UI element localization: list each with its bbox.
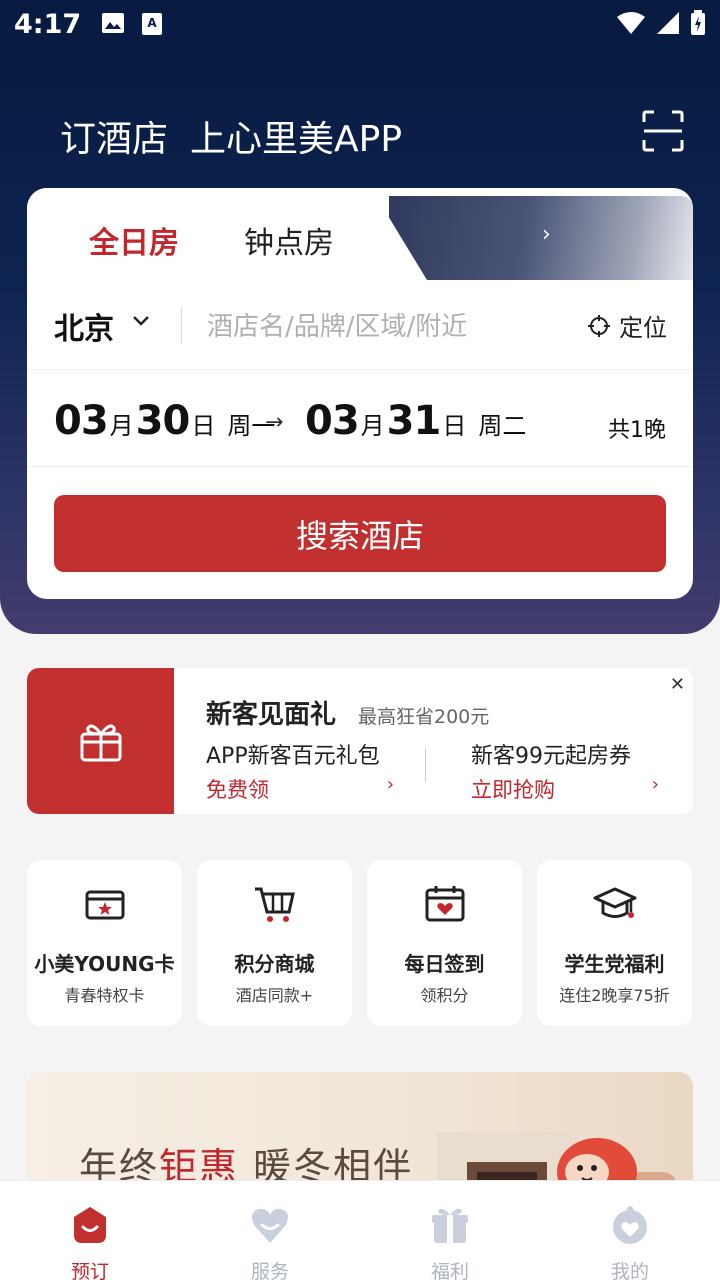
checkout-month-unit: 月 bbox=[360, 412, 385, 440]
quick-link-title: 积分商城 bbox=[234, 952, 315, 976]
date-row[interactable]: 03 月 30 日 周一 → 03 月 31 日 周二 共1晚 bbox=[27, 370, 693, 467]
quick-link-subtitle: 青春特权卡 bbox=[64, 986, 145, 1005]
promo-subtitle: 最高狂省200元 bbox=[358, 706, 490, 728]
gift-box-icon bbox=[80, 724, 121, 762]
city-selector[interactable]: 北京 bbox=[54, 304, 114, 348]
new-customer-promo[interactable]: 新客见面礼 最高狂省200元 ✕ APP新客百元礼包 免费领 › 新客99元起房… bbox=[27, 668, 693, 814]
status-time: 4:17 bbox=[14, 8, 82, 40]
checkin-month-unit: 月 bbox=[109, 412, 134, 440]
chevron-down-icon[interactable] bbox=[131, 314, 151, 328]
scan-icon[interactable] bbox=[642, 110, 684, 152]
gift-icon bbox=[432, 1208, 468, 1243]
chevron-right-icon: › bbox=[386, 774, 394, 795]
svg-text:A: A bbox=[148, 16, 158, 30]
search-hotel-button[interactable]: 搜索酒店 bbox=[54, 495, 666, 572]
tab-right-background bbox=[389, 196, 693, 280]
hotel-search-input[interactable]: 酒店名/品牌/区域/附近 bbox=[207, 306, 467, 343]
nav-item-benefits[interactable]: 福利 bbox=[360, 1181, 540, 1280]
calendar-icon bbox=[425, 886, 465, 922]
divider bbox=[425, 748, 426, 782]
crosshair-icon bbox=[588, 314, 610, 337]
profile-icon bbox=[613, 1206, 647, 1244]
search-row: 北京 酒店名/品牌/区域/附近 定位 bbox=[27, 280, 693, 370]
nav-label: 我的 bbox=[610, 1261, 649, 1280]
checkout-weekday: 周二 bbox=[478, 412, 527, 440]
tab-full-day[interactable]: 全日房 bbox=[89, 218, 179, 262]
wifi-icon bbox=[617, 12, 645, 34]
nav-item-booking[interactable]: 预订 bbox=[0, 1181, 180, 1280]
quick-link-title: 小美YOUNG卡 bbox=[34, 952, 175, 976]
checkout-day: 31 bbox=[386, 398, 442, 444]
service-icon bbox=[252, 1208, 288, 1243]
booking-tabs: 全日房 钟点房 › bbox=[27, 188, 693, 280]
locate-button[interactable]: 定位 bbox=[587, 308, 667, 343]
page-title-row: 订酒店 上心里美APP bbox=[60, 110, 402, 162]
status-bar: 4:17 A bbox=[0, 0, 720, 48]
quick-link-title: 学生党福利 bbox=[564, 952, 665, 976]
checkout-date[interactable]: 03 月 31 日 周二 bbox=[305, 398, 526, 444]
chevron-right-icon[interactable]: › bbox=[542, 222, 551, 247]
quick-link-daily-checkin[interactable]: 每日签到 领积分 bbox=[367, 860, 522, 1026]
offer-gift-pack[interactable]: APP新客百元礼包 免费领 › bbox=[206, 738, 406, 804]
chevron-right-icon: › bbox=[651, 774, 659, 795]
checkin-month: 03 bbox=[54, 398, 109, 444]
promo-gift-panel bbox=[27, 668, 174, 814]
young-card-icon bbox=[85, 890, 125, 920]
cart-icon bbox=[255, 887, 295, 922]
quick-link-subtitle: 连住2晚享75折 bbox=[559, 986, 670, 1005]
quick-link-subtitle: 酒店同款+ bbox=[235, 986, 314, 1005]
tab-hourly[interactable]: 钟点房 bbox=[244, 218, 334, 262]
checkin-day-unit: 日 bbox=[191, 412, 216, 440]
offer-name: APP新客百元礼包 bbox=[206, 744, 380, 769]
checkout-month: 03 bbox=[305, 398, 360, 444]
page-title: 订酒店 bbox=[60, 119, 169, 160]
signal-icon bbox=[657, 12, 679, 34]
offer-action: 免费领 bbox=[206, 778, 269, 802]
bottom-nav: 预订 服务 福利 我的 bbox=[0, 1180, 720, 1280]
quick-link-points-mall[interactable]: 积分商城 酒店同款+ bbox=[197, 860, 352, 1026]
app-notification-icon: A bbox=[142, 13, 163, 35]
quick-link-subtitle: 领积分 bbox=[420, 986, 469, 1005]
nav-label: 福利 bbox=[430, 1261, 469, 1280]
nav-item-profile[interactable]: 我的 bbox=[540, 1181, 720, 1280]
quick-link-student-deals[interactable]: 学生党福利 连住2晚享75折 bbox=[537, 860, 692, 1026]
offer-action: 立即抢购 bbox=[471, 778, 555, 802]
checkin-day: 30 bbox=[135, 398, 191, 444]
close-icon[interactable]: ✕ bbox=[670, 674, 685, 695]
arrow-right-icon: → bbox=[265, 410, 284, 435]
promo-title: 新客见面礼 bbox=[206, 700, 337, 730]
offer-room-coupon[interactable]: 新客99元起房券 立即抢购 › bbox=[471, 738, 671, 804]
gallery-notification-icon bbox=[102, 13, 125, 33]
tab-left-background bbox=[27, 188, 427, 280]
divider bbox=[181, 306, 182, 344]
quick-link-young-card[interactable]: 小美YOUNG卡 青春特权卡 bbox=[27, 860, 182, 1026]
booking-icon bbox=[74, 1207, 106, 1243]
checkout-day-unit: 日 bbox=[442, 412, 467, 440]
quick-links: 小美YOUNG卡 青春特权卡 积分商城 酒店同款+ 每日签到 领积分 学生党福利… bbox=[27, 860, 693, 1026]
brand-title: 上心里美APP bbox=[190, 119, 403, 160]
graduation-cap-icon bbox=[593, 887, 637, 918]
offer-name: 新客99元起房券 bbox=[471, 744, 631, 769]
nav-label: 预订 bbox=[70, 1261, 109, 1280]
nights-count: 共1晚 bbox=[608, 418, 666, 443]
nav-label: 服务 bbox=[250, 1261, 289, 1280]
quick-link-title: 每日签到 bbox=[404, 952, 485, 976]
nav-item-service[interactable]: 服务 bbox=[180, 1181, 360, 1280]
checkin-date[interactable]: 03 月 30 日 周一 bbox=[54, 398, 275, 444]
locate-label: 定位 bbox=[619, 314, 667, 342]
battery-icon bbox=[691, 10, 705, 35]
booking-card: 全日房 钟点房 › 北京 酒店名/品牌/区域/附近 定位 03 月 30 日 周… bbox=[27, 188, 693, 599]
